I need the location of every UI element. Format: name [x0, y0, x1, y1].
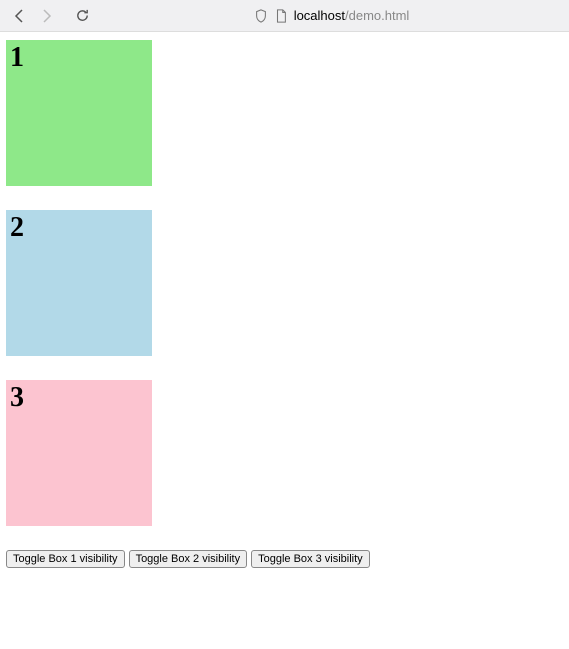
box-1: 1 — [6, 40, 152, 186]
nav-buttons — [8, 4, 94, 28]
url-host: localhost — [294, 8, 345, 23]
browser-toolbar: localhost/demo.html — [0, 0, 569, 32]
box-2-label: 2 — [10, 212, 24, 243]
reload-icon — [75, 8, 90, 23]
reload-button[interactable] — [70, 4, 94, 28]
arrow-left-icon — [12, 8, 28, 24]
address-bar[interactable]: localhost/demo.html — [102, 8, 561, 23]
address-icons — [254, 9, 288, 23]
url-path: /demo.html — [345, 8, 409, 23]
shield-icon — [254, 9, 268, 23]
box-1-label: 1 — [10, 42, 24, 73]
box-3-label: 3 — [10, 382, 24, 413]
toggle-box-1-button[interactable]: Toggle Box 1 visibility — [6, 550, 125, 568]
toggle-box-3-button[interactable]: Toggle Box 3 visibility — [251, 550, 370, 568]
forward-button[interactable] — [34, 4, 58, 28]
page-icon — [274, 9, 288, 23]
box-2: 2 — [6, 210, 152, 356]
url-display: localhost/demo.html — [294, 8, 410, 23]
box-3: 3 — [6, 380, 152, 526]
page-content: 1 2 3 Toggle Box 1 visibility Toggle Box… — [0, 32, 569, 576]
back-button[interactable] — [8, 4, 32, 28]
button-row: Toggle Box 1 visibility Toggle Box 2 vis… — [6, 550, 563, 568]
arrow-right-icon — [38, 8, 54, 24]
toggle-box-2-button[interactable]: Toggle Box 2 visibility — [129, 550, 248, 568]
